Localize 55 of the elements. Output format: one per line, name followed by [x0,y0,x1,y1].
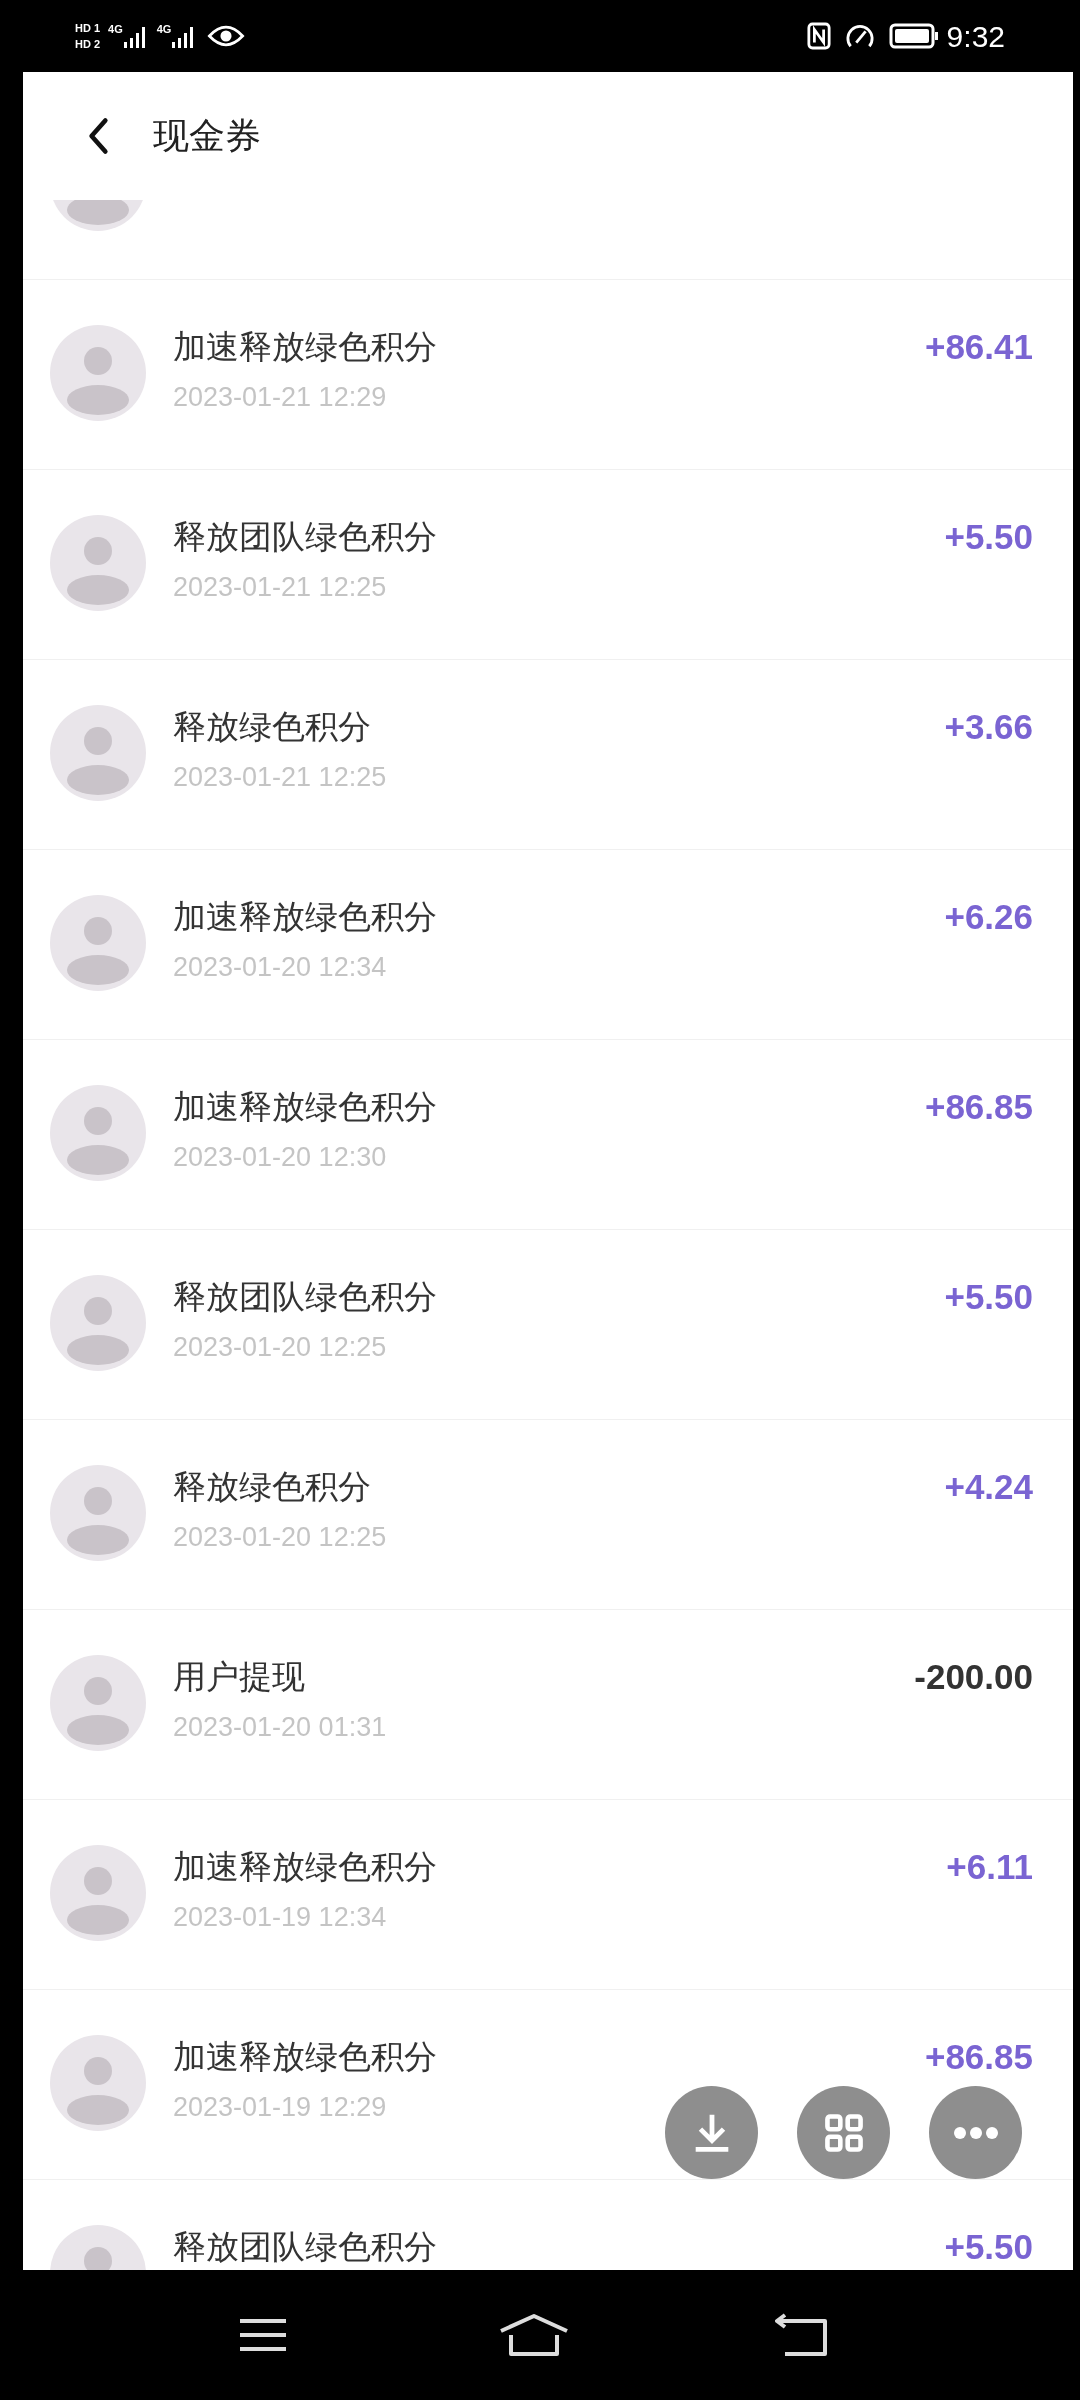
transaction-date: 2023-01-19 12:29 [173,2091,388,2124]
speedometer-icon [844,22,875,50]
transaction-amount: +86.85 [924,1086,1033,1128]
transaction-date: 2023-01-21 12:25 [173,571,388,604]
hd-label: HD 1 [75,21,101,35]
transaction-title: 释放绿色积分 [173,1467,372,1507]
hd-label: HD 2 [75,37,101,51]
transaction-amount: -200.00 [914,1656,1033,1698]
avatar-icon [50,1275,146,1371]
transaction-title: 释放绿色积分 [173,707,372,747]
home-icon [498,2313,570,2357]
avatar-icon [50,895,146,991]
transaction-title: 加速释放绿色积分 [173,1847,438,1887]
transaction-amount: +4.24 [944,1466,1033,1508]
avatar-icon [50,1465,146,1561]
network-label: 4G [108,23,123,35]
battery-icon [888,23,939,49]
transaction-title: 用户提现 [173,1657,306,1697]
transaction-title: 释放团队绿色积分 [173,1277,438,1317]
transaction-date: 2023-01-20 01:31 [173,1711,388,1744]
transaction-date: 2023-01-20 12:25 [173,1331,388,1364]
avatar-icon [50,325,146,421]
transaction-amount: +6.11 [946,1846,1033,1888]
return-arrow-icon [775,2313,829,2357]
transaction-amount: +5.50 [944,2226,1033,2268]
transaction-date: 2023-01-20 12:30 [173,1141,388,1174]
transaction-amount: +86.85 [924,2036,1033,2078]
transaction-amount: +5.50 [944,516,1033,558]
page-title: 现金券 [153,114,261,158]
transaction-title: 释放团队绿色积分 [173,517,438,557]
transaction-amount: +3.66 [944,706,1033,748]
transaction-title: 加速释放绿色积分 [173,2037,438,2077]
avatar-icon [50,1845,146,1941]
clock-time: 9:32 [946,18,1005,55]
avatar-icon [50,2035,146,2131]
avatar-icon [50,705,146,801]
transaction-date: 2023-01-19 12:34 [173,1901,388,1934]
transaction-title: 释放团队绿色积分 [173,2227,438,2267]
network-label: 4G [156,23,172,35]
nfc-icon [806,22,831,50]
transaction-date: 2023-01-21 12:29 [173,381,388,414]
transaction-amount: +6.26 [944,896,1033,938]
eye-icon [207,24,246,48]
avatar-icon [50,1085,146,1181]
transaction-date: 2023-01-20 12:34 [173,951,388,984]
avatar-icon [50,1655,146,1751]
transaction-date: 2023-01-21 12:25 [173,761,388,794]
transaction-title: 加速释放绿色积分 [173,327,438,367]
transaction-title: 加速释放绿色积分 [173,1087,438,1127]
transaction-amount: +86.41 [924,326,1033,368]
transaction-title: 加速释放绿色积分 [173,897,438,937]
transaction-date: 2023-01-20 12:25 [173,1521,388,1554]
transaction-amount: +5.50 [944,1276,1033,1318]
avatar-icon [50,515,146,611]
chevron-left-icon [87,116,109,156]
